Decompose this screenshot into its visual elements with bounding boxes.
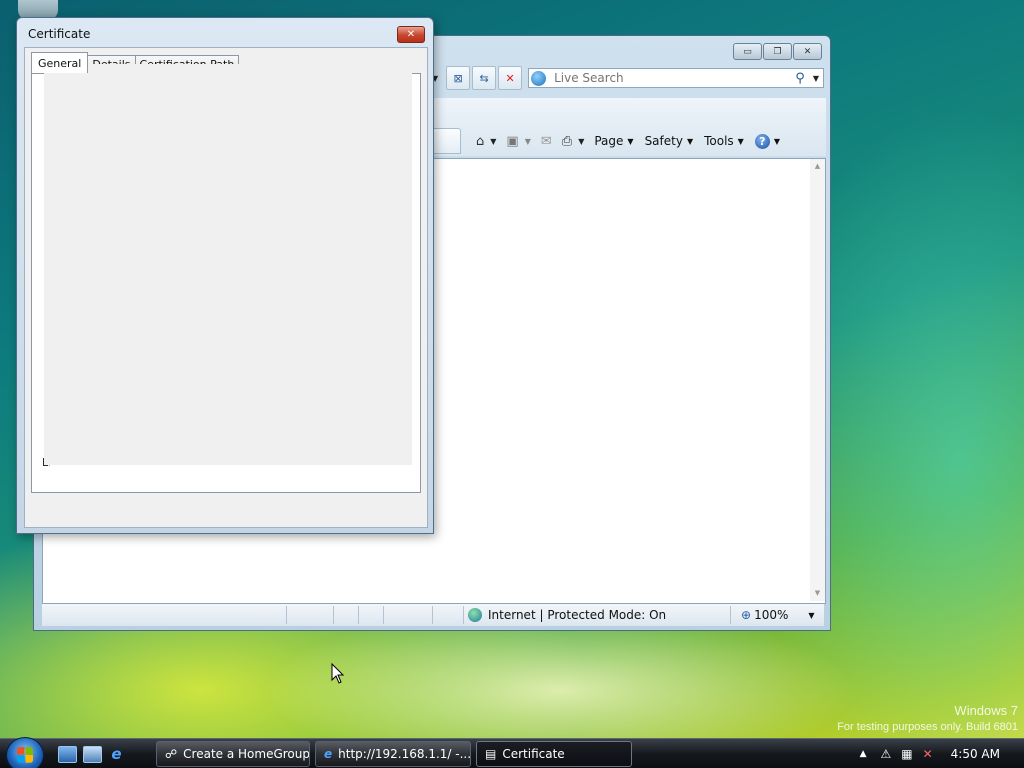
internet-explorer-icon: e (324, 747, 333, 761)
search-box: ⚲ ▼ (528, 68, 824, 88)
tools-menu[interactable]: Tools ▼ (704, 134, 744, 148)
mouse-cursor-icon (331, 662, 345, 684)
chevron-down-icon[interactable]: ▼ (808, 611, 814, 620)
status-segment (384, 606, 433, 624)
zoom-level: 100% (754, 608, 789, 622)
security-zone-label: Internet | Protected Mode: On (488, 608, 667, 622)
action-center-icon[interactable]: ⚠ (881, 747, 892, 761)
status-bar: Internet | Protected Mode: On ⊕ 100% ▼ (42, 604, 824, 626)
dialog-body: General Details Certification Path Le (24, 47, 428, 528)
live-search-icon (531, 70, 547, 86)
quick-launch: e (58, 745, 125, 763)
refresh-button[interactable]: ⇆ (472, 66, 497, 90)
windows-watermark-title: Windows 7 (954, 703, 1018, 718)
mail-icon: ✉ (540, 133, 552, 149)
security-zone[interactable]: Internet | Protected Mode: On (464, 606, 731, 624)
start-button[interactable] (6, 737, 44, 768)
clock[interactable]: 4:50 AM (951, 747, 1000, 761)
internet-zone-icon (468, 608, 482, 622)
new-tab-button[interactable] (434, 128, 461, 154)
page-menu-label: Page (594, 134, 624, 148)
scroll-up-icon[interactable]: ▲ (810, 159, 825, 174)
switch-windows-icon[interactable] (83, 746, 102, 763)
show-desktop-icon[interactable] (58, 746, 77, 763)
chevron-down-icon: ▼ (686, 136, 694, 146)
chevron-down-icon: ▼ (627, 136, 634, 146)
safety-menu[interactable]: Safety ▼ (645, 134, 694, 148)
show-hidden-icons-icon[interactable]: ▲ (860, 749, 867, 759)
zoom-icon: ⊕ (741, 608, 752, 622)
chevron-down-icon[interactable]: ▼ (525, 137, 531, 146)
certificate-dialog: Certificate ✕ General Details Certificat… (16, 17, 434, 534)
system-tray: ▲ ⚠ ▦ ✕ 4:50 AM (860, 739, 1024, 768)
command-bar: ⌂ ▼ ▣ ▼ ✉ ⎙ ▼ Page ▼ Safety ▼ Tools ▼ ? … (476, 128, 791, 154)
taskbar-button-certificate[interactable]: ▤ Certificate (476, 741, 632, 767)
refresh-icon: ⇆ (479, 71, 489, 85)
safety-menu-label: Safety (644, 134, 683, 148)
compatibility-icon: ⊠ (453, 71, 463, 85)
certificate-icon: ▤ (485, 747, 497, 761)
status-segment (334, 606, 359, 624)
search-icon[interactable]: ⚲ (791, 71, 809, 86)
dialog-title: Certificate (28, 27, 91, 41)
help-menu[interactable]: ? ▼ (754, 133, 780, 149)
minimize-button[interactable]: ▭ (733, 43, 762, 60)
home-button[interactable]: ⌂ ▼ (476, 134, 496, 149)
close-icon: ✕ (406, 29, 416, 40)
network-icon[interactable]: ▦ (901, 747, 912, 761)
page-menu[interactable]: Page ▼ (594, 134, 633, 148)
help-icon: ? (754, 133, 770, 149)
status-segment (433, 606, 464, 624)
feeds-button[interactable]: ▣ ▼ (506, 134, 530, 149)
read-mail-button[interactable]: ✉ (541, 134, 552, 149)
taskbar-button-label: Create a HomeGroup (183, 747, 310, 761)
vertical-scrollbar[interactable]: ▲ ▼ (810, 159, 825, 601)
status-segment (42, 606, 287, 624)
tab-general[interactable]: General (31, 52, 89, 73)
chevron-down-icon[interactable]: ▼ (578, 137, 584, 146)
window-controls: ▭ ❐ ✕ (733, 43, 822, 60)
desktop: Windows 7 For testing purposes only. Bui… (0, 0, 1024, 768)
scroll-down-icon[interactable]: ▼ (810, 586, 825, 601)
unrendered-area (44, 64, 412, 465)
windows-watermark-build: For testing purposes only. Build 6801 (837, 721, 1018, 733)
printer-icon: ⎙ (561, 133, 573, 149)
homegroup-icon: ☍ (165, 747, 178, 761)
compatibility-view-button[interactable]: ⊠ (446, 66, 471, 90)
tools-menu-label: Tools (704, 134, 734, 148)
chevron-down-icon[interactable]: ▼ (490, 137, 496, 146)
search-options-dropdown-icon[interactable]: ▼ (809, 74, 823, 83)
close-button[interactable]: ✕ (793, 43, 822, 60)
taskbar-button-ie[interactable]: e http://192.168.1.1/ -... (315, 741, 471, 767)
rss-feed-icon: ▣ (506, 133, 519, 149)
status-segment (359, 606, 384, 624)
volume-muted-icon[interactable]: ✕ (923, 747, 933, 761)
print-button[interactable]: ⎙ ▼ (562, 134, 585, 149)
stop-button[interactable]: ✕ (498, 66, 523, 90)
search-input[interactable] (552, 70, 791, 86)
chevron-down-icon: ▼ (737, 136, 744, 146)
maximize-button[interactable]: ❐ (763, 43, 792, 60)
stop-icon: ✕ (505, 71, 515, 85)
chevron-down-icon: ▼ (773, 136, 780, 146)
taskbar: e ☍ Create a HomeGroup e http://192.168.… (0, 737, 1024, 768)
taskbar-button-homegroup[interactable]: ☍ Create a HomeGroup (156, 741, 310, 767)
taskbar-button-label: http://192.168.1.1/ -... (338, 747, 471, 761)
taskbar-button-label: Certificate (502, 747, 565, 761)
zoom-control[interactable]: ⊕ 100% ▼ (731, 608, 815, 622)
status-segment (287, 606, 334, 624)
dialog-close-button[interactable]: ✕ (397, 26, 425, 43)
home-icon: ⌂ (476, 133, 485, 149)
internet-explorer-icon[interactable]: e (108, 745, 125, 763)
address-toolbar: ▼ ⊠ ⇆ ✕ ⚲ ▼ (432, 66, 824, 90)
